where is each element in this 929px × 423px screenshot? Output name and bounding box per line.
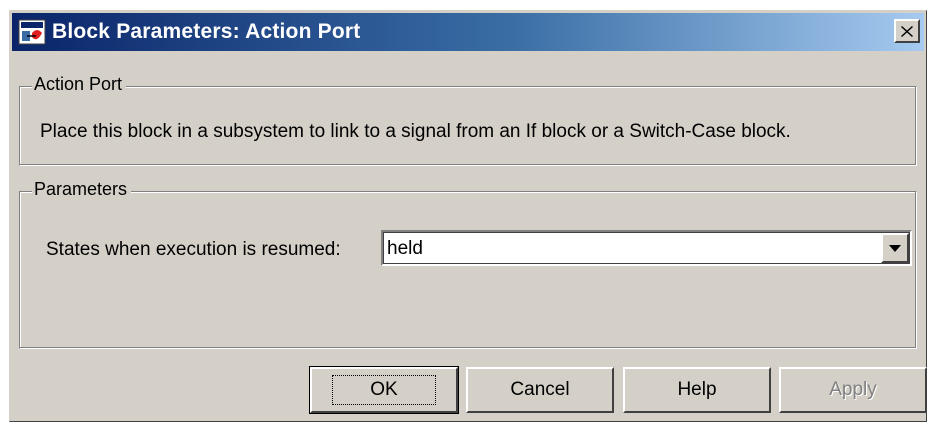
action-port-group: Action Port Place this block in a subsys… bbox=[19, 74, 917, 166]
block-parameters-dialog: Block Parameters: Action Port Action Por… bbox=[9, 10, 927, 422]
ok-button-label: OK bbox=[332, 375, 436, 405]
apply-button[interactable]: Apply bbox=[779, 367, 927, 413]
dropdown-button[interactable] bbox=[881, 233, 909, 263]
window-title: Block Parameters: Action Port bbox=[52, 20, 361, 43]
cancel-button-label: Cancel bbox=[510, 379, 570, 400]
close-button[interactable] bbox=[894, 19, 920, 43]
cancel-button[interactable]: Cancel bbox=[466, 367, 614, 413]
states-resumed-value: held bbox=[387, 238, 423, 259]
block-description: Place this block in a subsystem to link … bbox=[40, 121, 791, 142]
close-icon bbox=[901, 25, 913, 37]
help-button[interactable]: Help bbox=[623, 367, 771, 413]
title-bar[interactable]: Block Parameters: Action Port bbox=[12, 13, 924, 51]
ok-button[interactable]: OK bbox=[309, 366, 459, 414]
help-button-label: Help bbox=[677, 379, 717, 400]
states-resumed-label: States when execution is resumed: bbox=[46, 239, 341, 260]
states-resumed-select[interactable]: held bbox=[381, 230, 912, 266]
action-port-legend: Action Port bbox=[32, 74, 127, 95]
apply-button-label: Apply bbox=[829, 379, 877, 400]
parameters-group: Parameters States when execution is resu… bbox=[19, 179, 917, 349]
simulink-block-icon bbox=[18, 19, 46, 45]
parameters-legend: Parameters bbox=[32, 179, 132, 200]
chevron-down-icon bbox=[889, 244, 901, 252]
